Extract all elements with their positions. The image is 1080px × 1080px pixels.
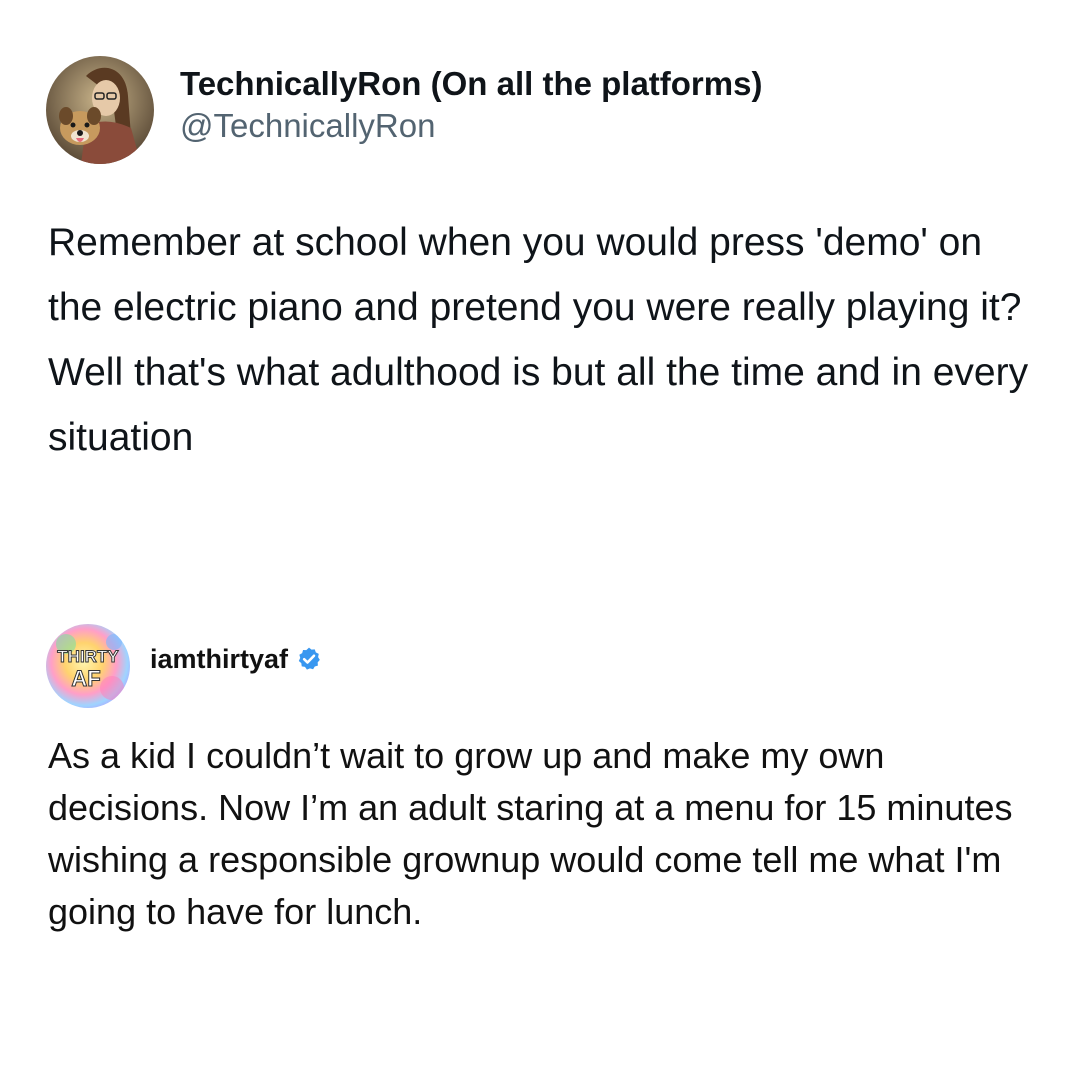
author-handle[interactable]: @TechnicallyRon <box>180 104 762 148</box>
author-display-name[interactable]: TechnicallyRon (On all the platforms) <box>180 64 762 104</box>
instagram-author: iamthirtyaf <box>150 642 322 676</box>
technicallyron-avatar[interactable] <box>46 56 154 164</box>
avatar-text-thirty: THIRTY <box>57 647 119 666</box>
tweet-body: Remember at school when you would press … <box>48 221 1029 459</box>
thirtyaf-avatar[interactable]: THIRTY AF <box>46 624 130 708</box>
instagram-username[interactable]: iamthirtyaf <box>150 642 288 676</box>
avatar-text-af: AF <box>71 666 100 691</box>
verified-badge-icon <box>296 646 322 672</box>
tweet-author: TechnicallyRon (On all the platforms) @T… <box>180 64 762 148</box>
instagram-caption: As a kid I couldn’t wait to grow up and … <box>48 735 1013 932</box>
